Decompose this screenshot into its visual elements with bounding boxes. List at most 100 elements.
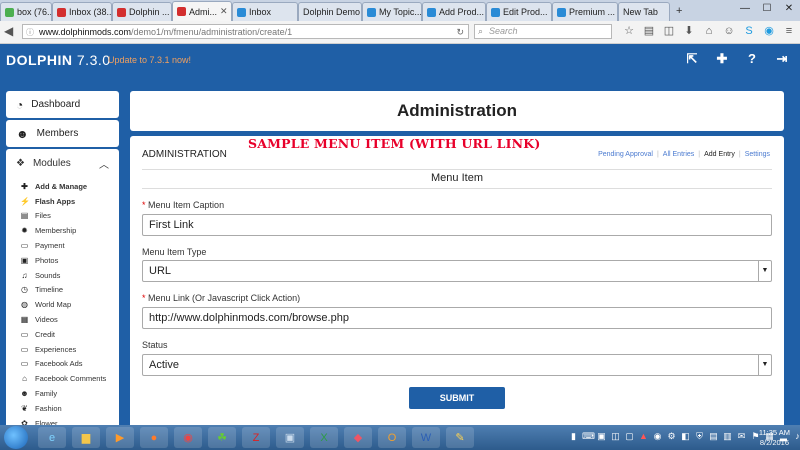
sidebar-module-item[interactable]: ✹ Membership [6, 223, 119, 238]
browser-tab[interactable]: Inbox [232, 2, 298, 21]
ie-icon[interactable]: e [38, 427, 66, 448]
tray-app-icon[interactable]: ▢ [624, 431, 635, 442]
sidebar-module-item[interactable]: ⌂ Facebook Comments [6, 371, 119, 386]
tray-app-icon[interactable]: ◧ [680, 431, 691, 442]
tray-app-icon[interactable]: ▮ [568, 431, 579, 442]
browser-tab[interactable]: box (76... [0, 2, 52, 21]
section-tab[interactable]: Pending Approval [598, 151, 653, 158]
logout-icon[interactable]: ⇥ [774, 51, 790, 67]
update-link[interactable]: Update to 7.3.1 now! [108, 55, 191, 65]
close-tab-icon[interactable]: ✕ [220, 6, 228, 17]
tray-app-icon[interactable]: ▣ [596, 431, 607, 442]
help-icon[interactable]: ? [744, 51, 760, 67]
acrobat-icon[interactable]: ▲ [638, 431, 649, 442]
external-link-icon[interactable]: ⇱ [684, 51, 700, 67]
eraser-app-icon[interactable]: ◆ [344, 427, 372, 448]
leaf-icon: ❦ [21, 403, 28, 413]
sidebar-module-item[interactable]: ◷ Timeline [6, 283, 119, 298]
tray-app-icon[interactable]: ▤ [708, 431, 719, 442]
address-bar[interactable]: ⓘ www.dolphinmods.com/demo1/m/fmenu/admi… [22, 24, 469, 39]
sidebar-module-item[interactable]: ▭ Facebook Ads [6, 357, 119, 372]
sidebar-item-modules[interactable]: ❖ Modules ︿ [6, 155, 119, 171]
browser-tab[interactable]: Admi... ✕ [172, 1, 232, 21]
chrome-icon[interactable]: ◉ [174, 427, 202, 448]
media-player-icon[interactable]: ▶ [106, 427, 134, 448]
word-icon[interactable]: W [412, 427, 440, 448]
sidebar-module-item[interactable]: ▣ Photos [6, 253, 119, 268]
home-icon[interactable]: ⌂ [702, 24, 716, 38]
chevron-down-icon[interactable]: ▼ [758, 261, 771, 281]
browser-tab[interactable]: Inbox (38... [52, 2, 112, 21]
link-input[interactable]: http://www.dolphinmods.com/browse.php [142, 307, 772, 329]
section-tab[interactable]: Add Entry [704, 151, 735, 158]
section-tabs: Pending Approval | All Entries | Add Entry | S… [598, 151, 770, 158]
chevron-down-icon[interactable]: ▼ [758, 355, 771, 375]
logo[interactable]: DOLPHIN 7.3.0 [6, 52, 111, 68]
sidebar-module-item[interactable]: ◍ World Map [6, 297, 119, 312]
reload-icon[interactable]: ↻ [456, 25, 464, 40]
type-select[interactable]: URL ▼ [142, 260, 772, 282]
status-select[interactable]: Active ▼ [142, 354, 772, 376]
start-button[interactable] [4, 426, 28, 449]
puzzle-icon[interactable]: ✚ [714, 51, 730, 67]
sidebar-module-item[interactable]: ▭ Experiences [6, 342, 119, 357]
sidebar-module-item[interactable]: ✚ Add & Manage [6, 179, 119, 194]
sidebar-module-item[interactable]: ▤ Files [6, 209, 119, 224]
sidebar-item-dashboard[interactable]: ◔ Dashboard [6, 91, 119, 118]
tray-app-icon[interactable]: ◫ [610, 431, 621, 442]
sidebar-module-item[interactable]: ▭ Payment [6, 238, 119, 253]
section-tab[interactable]: Settings [745, 151, 770, 158]
site-info-icon[interactable]: ⓘ [26, 25, 34, 40]
system-clock[interactable]: 11:35 AM 8/2/2016 [759, 428, 790, 448]
minimize-icon[interactable]: — [734, 0, 756, 16]
close-icon[interactable]: ✕ [778, 0, 800, 16]
chat-icon[interactable]: ☺ [722, 24, 736, 38]
back-icon[interactable]: ◀ [4, 24, 13, 38]
browser-tab[interactable]: New Tab [618, 2, 670, 21]
tray-app-icon[interactable]: ◉ [652, 431, 663, 442]
browser-tab[interactable]: Dolphin ... [112, 2, 172, 21]
new-tab-icon[interactable]: + [670, 2, 688, 21]
shield-icon[interactable]: ⛨ [694, 431, 705, 442]
pocket-icon[interactable]: ◫ [662, 24, 676, 38]
firefox-icon[interactable]: ● [140, 427, 168, 448]
volume-icon[interactable]: ♪ [792, 431, 800, 442]
sidebar-module-item[interactable]: ❦ Fashion [6, 401, 119, 416]
tray-app-icon[interactable]: ⚙ [666, 431, 677, 442]
section-tab[interactable]: All Entries [663, 151, 695, 158]
skype-icon[interactable]: S [742, 24, 756, 38]
submit-button[interactable]: SUBMIT [409, 387, 505, 409]
reading-list-icon[interactable]: ▤ [642, 24, 656, 38]
sidebar-module-item[interactable]: ▦ Videos [6, 312, 119, 327]
outlook-icon[interactable]: O [378, 427, 406, 448]
sidebar-module-item[interactable]: ♫ Sounds [6, 268, 119, 283]
filezilla-icon[interactable]: Z [242, 427, 270, 448]
excel-icon[interactable]: X [310, 427, 338, 448]
tray-app-icon[interactable]: ✉ [736, 431, 747, 442]
sidebar-module-item[interactable]: ✿ Flower [6, 416, 119, 425]
browser-tab[interactable]: Add Prod... [422, 2, 486, 21]
search-input[interactable]: ⌕ Search [474, 24, 612, 39]
link-icon [491, 7, 500, 17]
maximize-icon[interactable]: ☐ [756, 0, 778, 16]
caption-input[interactable]: First Link [142, 214, 772, 236]
form-title: Menu Item [431, 172, 483, 184]
paint-icon[interactable]: ✎ [446, 427, 474, 448]
tray-app-icon[interactable]: ⌨ [582, 431, 595, 442]
browser-tab[interactable]: My Topic... [362, 2, 422, 21]
network-icon[interactable]: ▣ [276, 427, 304, 448]
sidebar-module-item[interactable]: ▭ Credit [6, 327, 119, 342]
sidebar-item-members[interactable]: ☻ Members [6, 120, 119, 147]
folder-icon[interactable]: ▆ [72, 427, 100, 448]
menu-icon[interactable]: ≡ [782, 24, 796, 38]
browser-tab[interactable]: Edit Prod... [486, 2, 552, 21]
sidebar-module-item[interactable]: ⚡ Flash Apps [6, 194, 119, 209]
bookmark-star-icon[interactable]: ☆ [622, 24, 636, 38]
browser-tab[interactable]: Dolphin Demo [298, 2, 362, 21]
tray-app-icon[interactable]: ▥ [722, 431, 733, 442]
sidebar-module-item[interactable]: ☻ Family [6, 386, 119, 401]
browser-tab[interactable]: Premium ... [552, 2, 618, 21]
addon-icon[interactable]: ◉ [762, 24, 776, 38]
frog-app-icon[interactable]: ☘ [208, 427, 236, 448]
download-icon[interactable]: ⬇ [682, 24, 696, 38]
